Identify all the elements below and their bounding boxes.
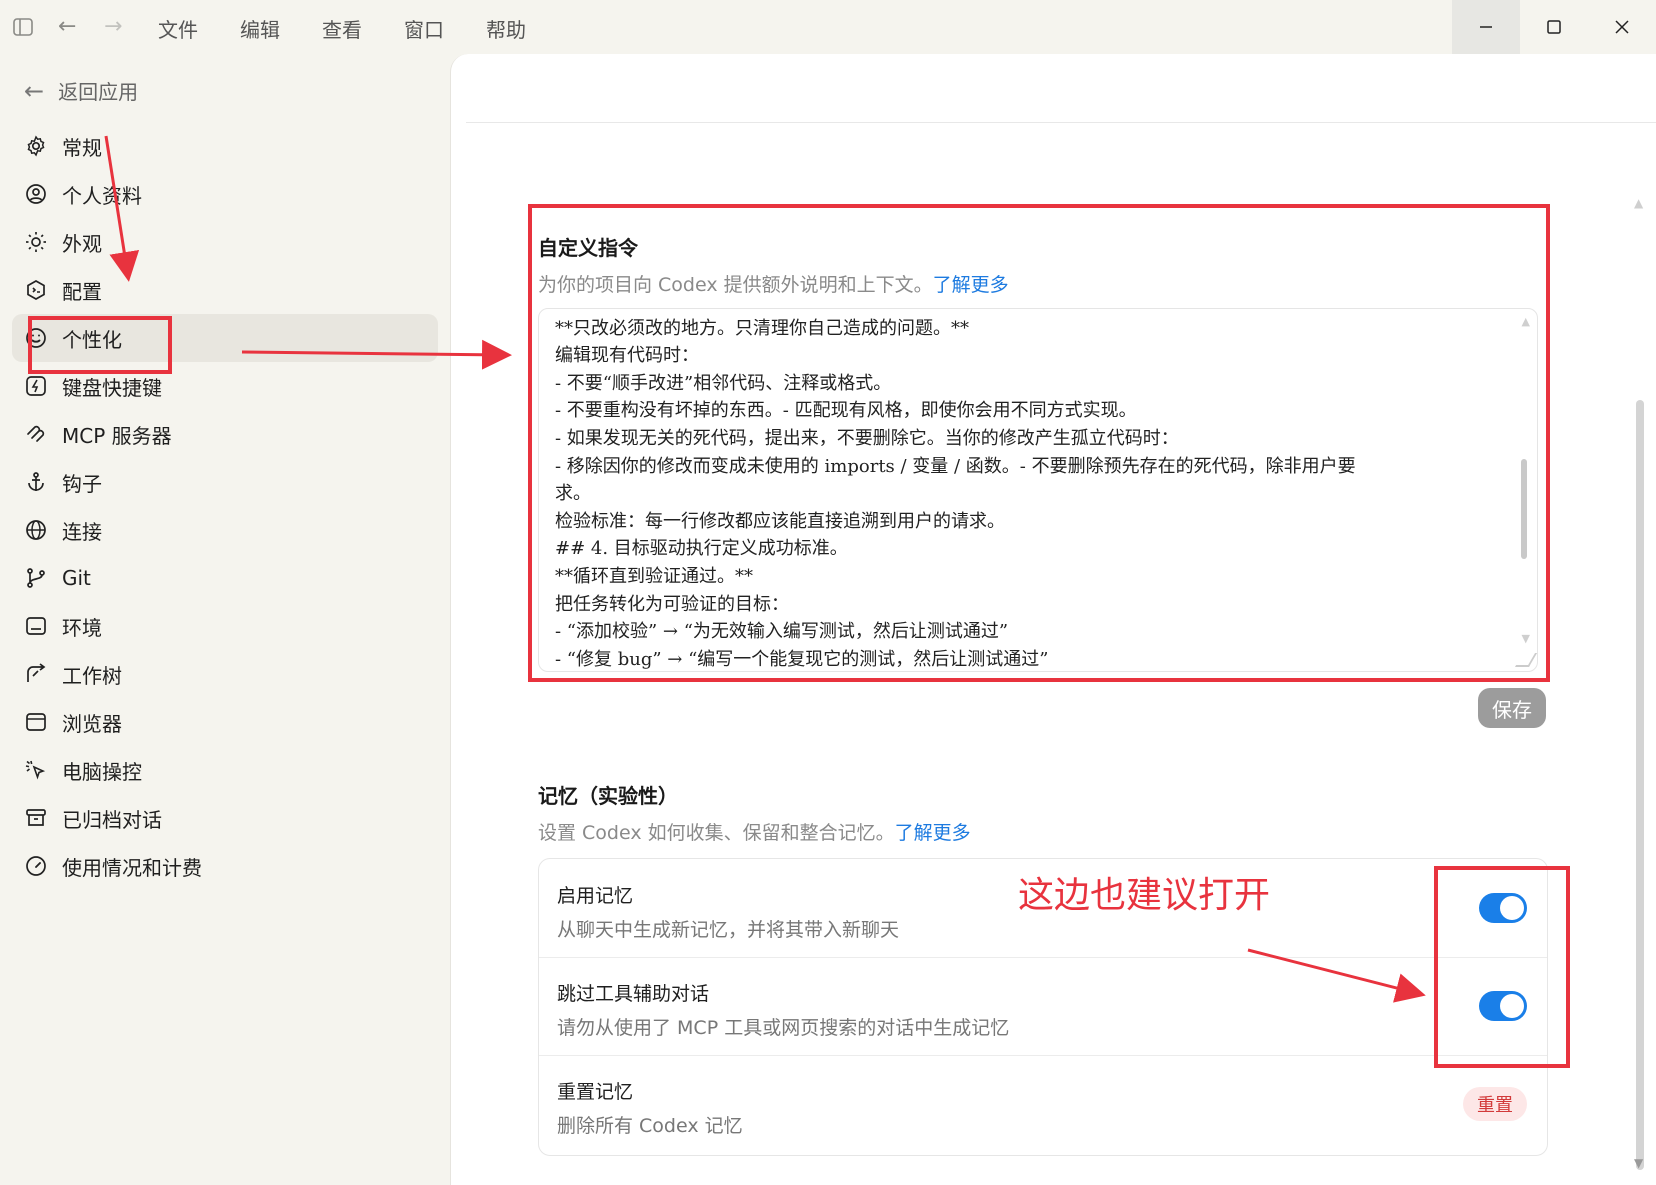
back-arrow-icon: ← [24, 76, 45, 105]
sidebar-item-label: 使用情况和计费 [62, 855, 202, 880]
sidebar-item-8[interactable]: 连接 [12, 506, 438, 554]
save-button[interactable]: 保存 [1478, 688, 1546, 728]
main-scrollbar[interactable] [1636, 400, 1644, 1170]
gauge-icon [24, 854, 48, 878]
annotation-note: 这边也建议打开 [1018, 875, 1271, 916]
menu-bar: 文件 编辑 查看 窗口 帮助 [158, 14, 568, 43]
divider [466, 122, 1656, 123]
memory-learn-more-link[interactable]: 了解更多 [895, 822, 971, 844]
sidebar-item-14[interactable]: 已归档对话 [12, 794, 438, 842]
memory-desc-text: 设置 Codex 如何收集、保留和整合记忆。 [538, 822, 895, 844]
reset-memory-row: 重置记忆 删除所有 Codex 记忆 重置 [539, 1055, 1547, 1153]
sidebar-toggle-icon[interactable] [12, 16, 34, 43]
annotation-box-personalize [28, 316, 172, 374]
config-icon [24, 278, 48, 302]
minimize-icon [1480, 26, 1492, 28]
worktree-icon [24, 662, 48, 686]
sidebar-item-15[interactable]: 使用情况和计费 [12, 842, 438, 890]
user-circle-icon [24, 182, 48, 206]
skip-tool-conversations-title: 跳过工具辅助对话 [557, 983, 710, 1005]
sidebar-item-10[interactable]: 环境 [12, 602, 438, 650]
sidebar-item-label: 外观 [62, 231, 102, 256]
sidebar-item-7[interactable]: 钩子 [12, 458, 438, 506]
annotation-box-toggles [1434, 866, 1570, 1068]
gear-icon [24, 134, 48, 158]
menu-window[interactable]: 窗口 [404, 14, 444, 43]
archive-icon [24, 806, 48, 830]
sidebar-item-label: 浏览器 [62, 711, 122, 736]
sidebar-item-label: 已归档对话 [62, 807, 162, 832]
close-button[interactable] [1588, 0, 1656, 54]
skip-tool-conversations-row: 跳过工具辅助对话 请勿从使用了 MCP 工具或网页搜索的对话中生成记忆 [539, 957, 1547, 1056]
memory-title: 记忆（实验性） [538, 784, 678, 808]
maximize-icon [1547, 20, 1561, 34]
sidebar-item-label: 连接 [62, 519, 102, 544]
forward-arrow-icon[interactable]: → [104, 16, 122, 38]
memory-desc: 设置 Codex 如何收集、保留和整合记忆。了解更多 [538, 818, 971, 845]
sidebar-item-0[interactable]: 常规 [12, 122, 438, 170]
sidebar-item-12[interactable]: 浏览器 [12, 698, 438, 746]
sidebar-item-11[interactable]: 工作树 [12, 650, 438, 698]
sidebar-item-1[interactable]: 个人资料 [12, 170, 438, 218]
back-label: 返回应用 [58, 80, 139, 104]
sidebar-item-6[interactable]: MCP 服务器 [12, 410, 438, 458]
sidebar-item-label: MCP 服务器 [62, 423, 172, 448]
enable-memory-title: 启用记忆 [557, 885, 634, 907]
skip-tool-conversations-desc: 请勿从使用了 MCP 工具或网页搜索的对话中生成记忆 [557, 1017, 1010, 1039]
main-scroll-down-icon[interactable]: ▼ [1634, 1156, 1643, 1170]
cursor-click-icon [24, 758, 48, 782]
globe-icon [24, 518, 48, 542]
reset-memory-button[interactable]: 重置 [1463, 1087, 1527, 1121]
sidebar-item-label: 个人资料 [62, 183, 142, 208]
anchor-icon [24, 470, 48, 494]
sidebar-item-label: 工作树 [62, 663, 122, 688]
sidebar-item-label: 环境 [62, 615, 102, 640]
back-to-app-link[interactable]: ← 返回应用 [24, 76, 138, 105]
git-branch-icon [24, 566, 48, 590]
menu-help[interactable]: 帮助 [486, 14, 526, 43]
sidebar-item-2[interactable]: 外观 [12, 218, 438, 266]
enable-memory-desc: 从聊天中生成新记忆，并将其带入新聊天 [557, 919, 900, 941]
sidebar-item-label: 配置 [62, 279, 102, 304]
annotation-box-instructions [528, 204, 1550, 682]
settings-nav: 常规 个人资料 外观 配置 个性化 键盘快捷键 MCP 服务器 钩子 连接 Git 环境 工作树 浏览器… [12, 122, 438, 890]
sidebar-item-13[interactable]: 电脑操控 [12, 746, 438, 794]
sidebar-item-3[interactable]: 配置 [12, 266, 438, 314]
sidebar-item-9[interactable]: Git [12, 554, 438, 602]
sun-icon [24, 230, 48, 254]
keyboard-shortcut-icon [24, 374, 48, 398]
reset-memory-desc: 删除所有 Codex 记忆 [557, 1115, 743, 1137]
minimize-button[interactable] [1452, 0, 1520, 54]
sidebar-item-label: 钩子 [62, 471, 102, 496]
environment-icon [24, 614, 48, 638]
menu-file[interactable]: 文件 [158, 14, 198, 43]
main-scroll-up-icon[interactable]: ▲ [1634, 196, 1643, 210]
menu-view[interactable]: 查看 [322, 14, 362, 43]
sidebar-item-label: 电脑操控 [62, 759, 142, 784]
reset-memory-title: 重置记忆 [557, 1081, 634, 1103]
sidebar-item-label: Git [62, 566, 91, 590]
back-arrow-icon[interactable]: ← [58, 16, 76, 38]
sidebar-item-label: 键盘快捷键 [62, 375, 162, 400]
title-bar: ← → 文件 编辑 查看 窗口 帮助 [0, 0, 1656, 56]
mcp-icon [24, 422, 48, 446]
browser-icon [24, 710, 48, 734]
menu-edit[interactable]: 编辑 [240, 14, 280, 43]
maximize-button[interactable] [1520, 0, 1588, 54]
close-icon [1615, 20, 1629, 34]
sidebar-item-label: 常规 [62, 135, 102, 160]
